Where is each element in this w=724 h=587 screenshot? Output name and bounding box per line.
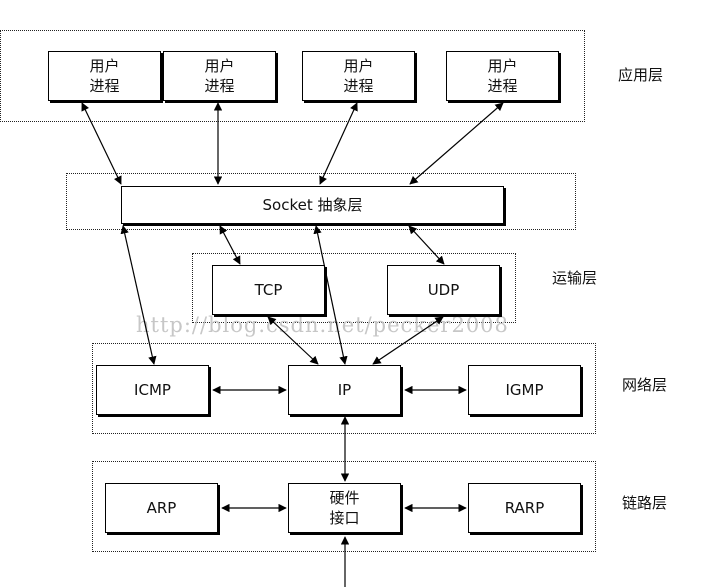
- connection-arrows: [81, 102, 504, 587]
- arrow-process3-socket: [319, 102, 358, 185]
- diagram-canvas: http://blog.csdn.net/pecker2008 用户 进程 用户…: [0, 0, 724, 587]
- arrow-process4-socket: [409, 102, 504, 185]
- arrow-socket-tcp: [219, 225, 241, 265]
- arrow-tcp-ip: [267, 316, 319, 365]
- arrow-socket-ip: [313, 225, 348, 365]
- arrow-socket-udp: [408, 225, 445, 265]
- arrow-socket-icmp: [120, 225, 157, 365]
- arrow-process1-socket: [81, 102, 122, 185]
- arrow-udp-ip: [372, 316, 444, 365]
